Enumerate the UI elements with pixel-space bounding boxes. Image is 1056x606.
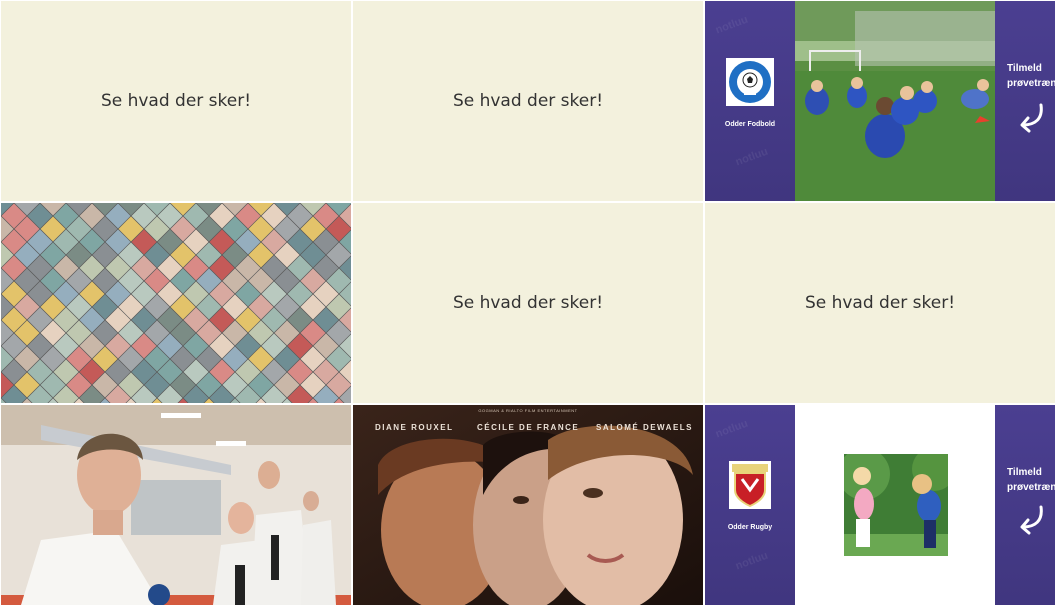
football-photo — [795, 1, 995, 201]
curved-arrow-icon — [1020, 103, 1043, 133]
tile-caption: Se hvad der sker! — [804, 293, 956, 313]
football-logo-icon — [726, 58, 774, 106]
movie-poster-tile[interactable]: GOGMAN & RIALTO FILM ENTERTAINMENT DIANE… — [353, 405, 703, 605]
movie-cast-1: DIANE ROUXEL — [375, 423, 454, 432]
rugby-promo-tile[interactable]: notluu notluu Odder Rugby Tilmeld prøvet… — [705, 405, 1055, 605]
cta-line-1: Tilmeld — [1007, 63, 1042, 74]
tile-caption: Se hvad der sker! — [100, 91, 252, 111]
cta-line-1: Tilmeld — [1007, 467, 1042, 478]
event-tile-1[interactable]: Se hvad der sker! — [1, 1, 351, 201]
rugby-club-name: Odder Rugby — [727, 524, 773, 531]
movie-presenter: GOGMAN & RIALTO FILM ENTERTAINMENT — [478, 408, 578, 413]
signup-sidebar[interactable]: Tilmeld prøvetræn — [995, 1, 1055, 201]
event-tile-4[interactable]: Se hvad der sker! — [705, 203, 1055, 403]
karate-photo-tile[interactable] — [1, 405, 351, 605]
tile-grid: Se hvad der sker! Se hvad der sker! notl… — [0, 0, 1056, 606]
event-tile-2[interactable]: Se hvad der sker! — [353, 1, 703, 201]
rugby-photo — [838, 447, 956, 556]
signup-sidebar[interactable]: Tilmeld prøvetræn — [995, 405, 1055, 605]
movie-cast-3: SALOMÉ DEWAELS — [596, 423, 694, 432]
football-club-name: Odder Fodbold — [724, 121, 776, 128]
football-promo-tile[interactable]: notluu notluu Odder Fodbold Tilmeld prøv… — [705, 1, 1055, 201]
rugby-shield-icon — [729, 461, 771, 509]
tiles-photo-tile[interactable] — [1, 203, 351, 403]
cta-line-2: prøvetræn — [1007, 78, 1055, 89]
event-tile-3[interactable]: Se hvad der sker! — [353, 203, 703, 403]
tile-caption: Se hvad der sker! — [452, 91, 604, 111]
curved-arrow-icon — [1020, 505, 1043, 535]
tile-caption: Se hvad der sker! — [452, 293, 604, 313]
karate-photo — [1, 405, 351, 605]
tile-mosaic-image — [1, 203, 351, 403]
cta-line-2: prøvetræn — [1007, 482, 1055, 493]
movie-cast-2: CÉCILE DE FRANCE — [477, 423, 580, 432]
movie-poster — [353, 405, 703, 605]
